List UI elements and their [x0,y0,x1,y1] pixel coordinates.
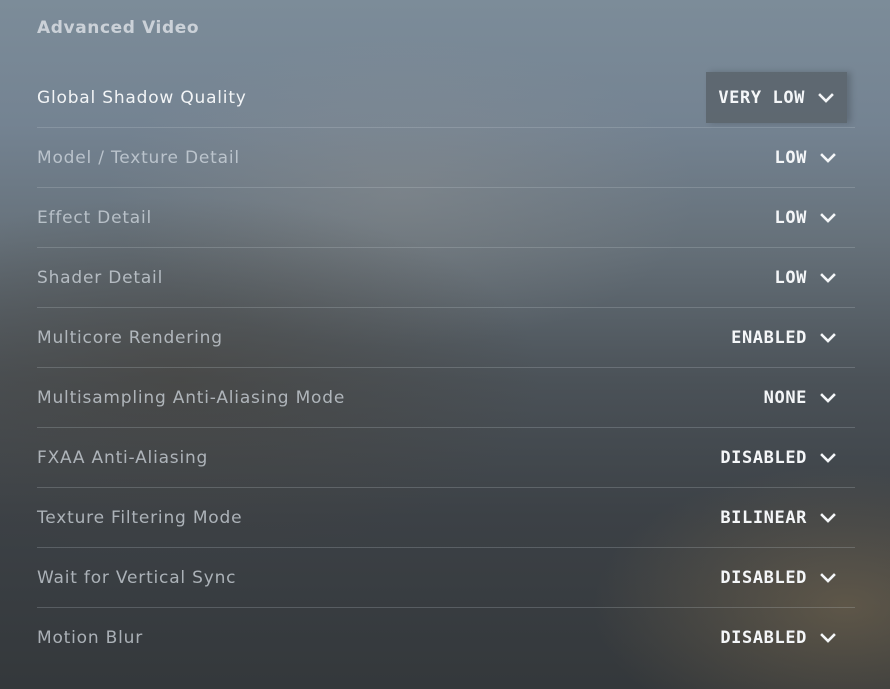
setting-row-texture-filtering[interactable]: Texture Filtering Mode BILINEAR [37,488,855,548]
chevron-down-icon [819,449,837,467]
dropdown-value: ENABLED [731,328,807,348]
advanced-video-panel: Advanced Video Global Shadow Quality VER… [0,0,890,689]
setting-row-effect-detail[interactable]: Effect Detail LOW [37,188,855,248]
setting-label: Model / Texture Detail [37,148,240,168]
setting-row-motion-blur[interactable]: Motion Blur DISABLED [37,608,855,668]
chevron-down-icon [819,269,837,287]
settings-list: Global Shadow Quality VERY LOW Model / T… [37,68,855,668]
setting-row-fxaa[interactable]: FXAA Anti-Aliasing DISABLED [37,428,855,488]
effect-detail-dropdown[interactable]: LOW [762,198,849,238]
setting-row-model-texture-detail[interactable]: Model / Texture Detail LOW [37,128,855,188]
dropdown-value: LOW [774,268,807,288]
setting-row-global-shadow-quality[interactable]: Global Shadow Quality VERY LOW [37,68,855,128]
setting-row-shader-detail[interactable]: Shader Detail LOW [37,248,855,308]
chevron-down-icon [819,629,837,647]
chevron-down-icon [819,149,837,167]
setting-row-multicore-rendering[interactable]: Multicore Rendering ENABLED [37,308,855,368]
setting-label: Effect Detail [37,208,153,228]
multicore-rendering-dropdown[interactable]: ENABLED [719,318,849,358]
dropdown-value: BILINEAR [720,508,807,528]
setting-label: Shader Detail [37,268,164,288]
chevron-down-icon [819,329,837,347]
setting-label: Motion Blur [37,628,143,648]
chevron-down-icon [819,569,837,587]
motion-blur-dropdown[interactable]: DISABLED [708,618,849,658]
setting-label: Wait for Vertical Sync [37,568,237,588]
dropdown-value: NONE [763,388,807,408]
dropdown-value: DISABLED [720,568,807,588]
setting-label: Global Shadow Quality [37,88,247,108]
shader-detail-dropdown[interactable]: LOW [762,258,849,298]
model-texture-detail-dropdown[interactable]: LOW [762,138,849,178]
global-shadow-quality-dropdown[interactable]: VERY LOW [706,72,847,123]
setting-label: Multisampling Anti-Aliasing Mode [37,388,346,408]
setting-label: FXAA Anti-Aliasing [37,448,209,468]
texture-filtering-dropdown[interactable]: BILINEAR [708,498,849,538]
dropdown-value: VERY LOW [718,87,805,108]
setting-label: Multicore Rendering [37,328,223,348]
dropdown-value: LOW [774,148,807,168]
chevron-down-icon [819,389,837,407]
chevron-down-icon [817,89,835,107]
fxaa-dropdown[interactable]: DISABLED [708,438,849,478]
chevron-down-icon [819,509,837,527]
dropdown-value: LOW [774,208,807,228]
setting-row-vsync[interactable]: Wait for Vertical Sync DISABLED [37,548,855,608]
setting-label: Texture Filtering Mode [37,508,243,528]
vsync-dropdown[interactable]: DISABLED [708,558,849,598]
section-title: Advanced Video [37,18,200,38]
msaa-mode-dropdown[interactable]: NONE [752,378,849,418]
chevron-down-icon [819,209,837,227]
setting-row-msaa-mode[interactable]: Multisampling Anti-Aliasing Mode NONE [37,368,855,428]
dropdown-value: DISABLED [720,628,807,648]
dropdown-value: DISABLED [720,448,807,468]
